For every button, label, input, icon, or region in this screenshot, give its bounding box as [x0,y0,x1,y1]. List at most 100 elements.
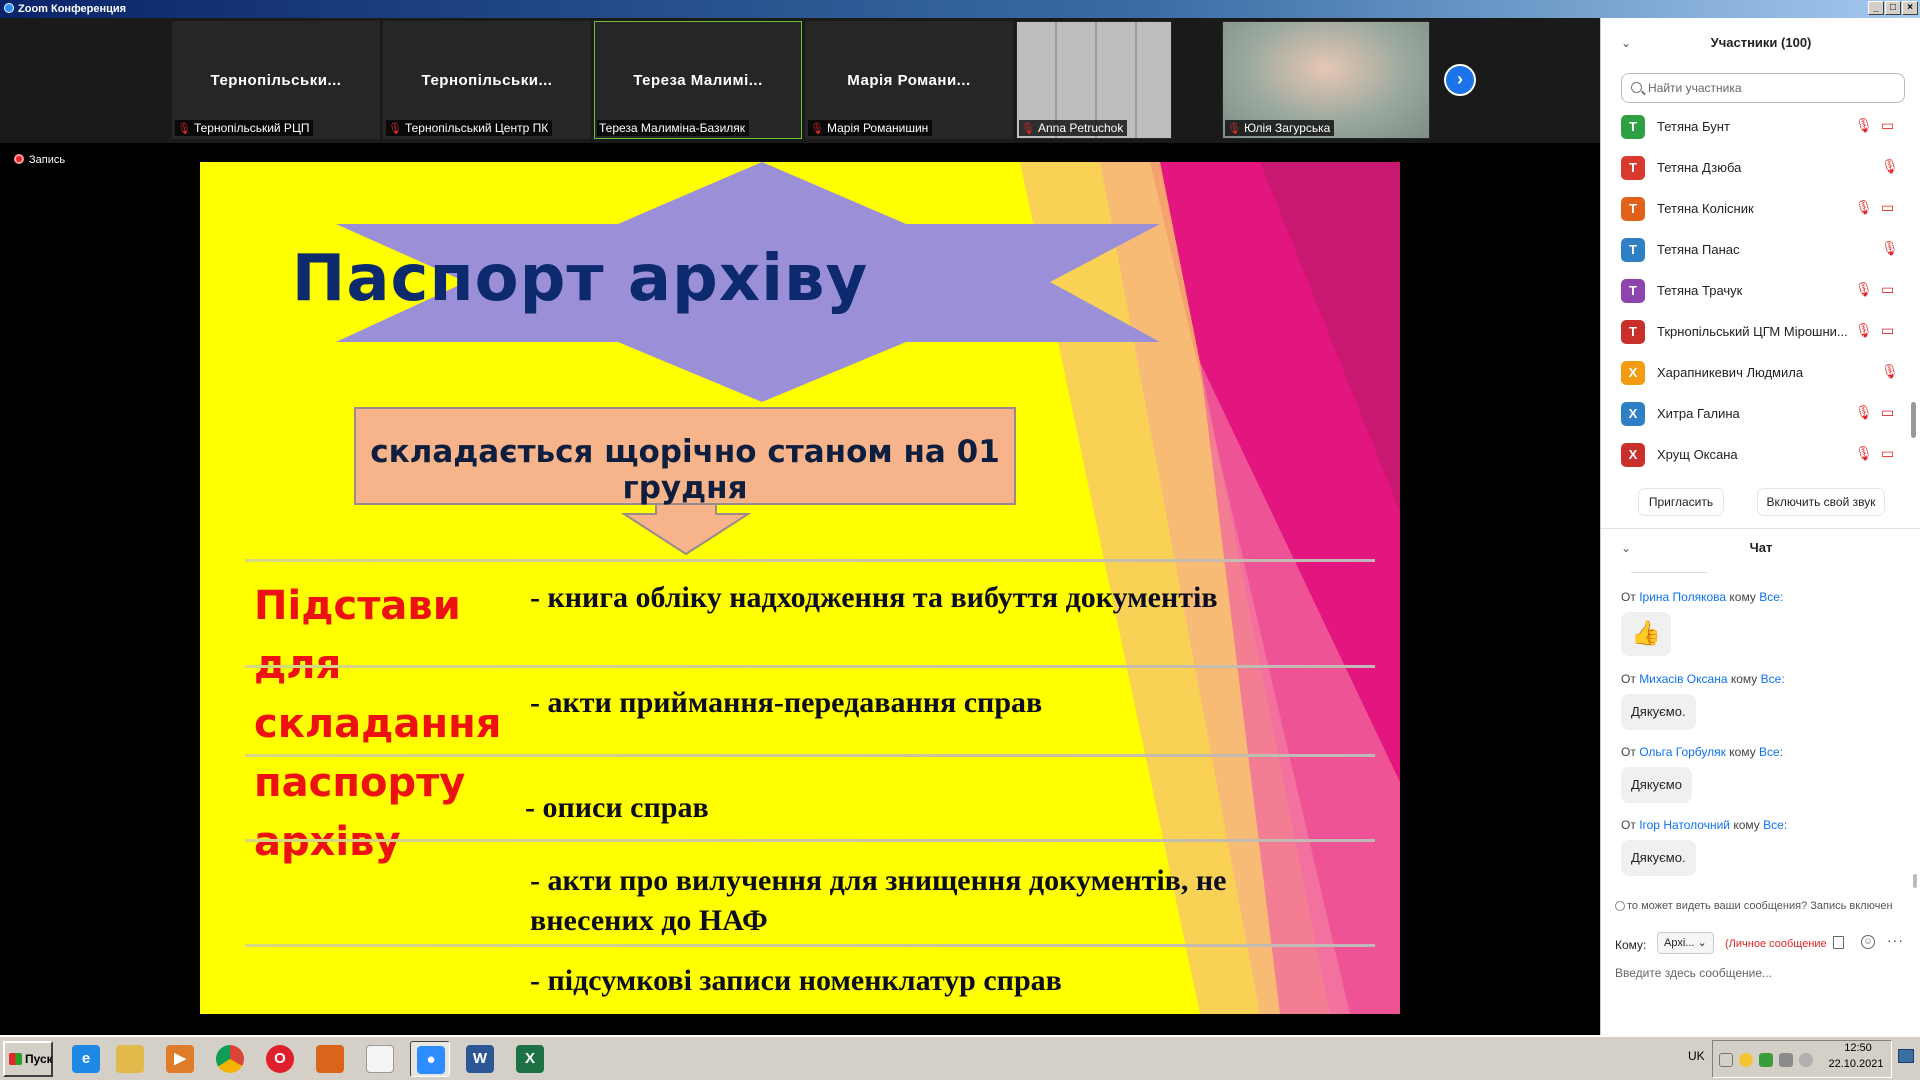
video-tile-active-speaker[interactable]: Тереза Малимі... Тереза Малиміна-Базиляк [594,21,802,139]
taskbar-internet-explorer[interactable]: e [66,1041,106,1077]
participants-header[interactable]: ⌄ Участники (100) [1601,28,1920,58]
participant-search-input[interactable]: Найти участника [1621,73,1905,103]
close-button[interactable]: × [1902,1,1918,15]
tile-display-name: Тернопільськи... [210,72,342,89]
mic-muted-icon[interactable]: 🎙 [1855,322,1873,339]
from-prefix: От [1621,745,1636,759]
chat-sender[interactable]: Михасів Оксана [1639,672,1727,686]
mic-muted-icon[interactable]: 🎙 [1881,363,1899,380]
clock-time[interactable]: 12:50 [1830,1042,1886,1054]
app-icon [316,1045,344,1073]
video-tile[interactable]: Тернопільськи... 🎙 Тернопільський Центр П… [383,21,591,139]
participant-row[interactable]: Т Ткрнопільський ЦГМ Мірошни... 🎙 ▭ [1601,312,1913,353]
avatar: Х [1621,443,1645,467]
participant-row[interactable]: Х Хрущ Оксана 🎙 ▭ [1601,435,1913,476]
tile-label: Тереза Малиміна-Базиляк [597,120,750,136]
participant-row[interactable]: Т Тетяна Дзюба 🎙 [1601,148,1913,189]
video-off-icon[interactable]: ▭ [1881,117,1894,134]
video-tile[interactable]: Марія Романи... 🎙 Марія Романишин [805,21,1013,139]
volume-icon[interactable] [1799,1053,1813,1067]
video-tile-camera[interactable]: 🎙 Anna Petruchok [1016,21,1172,139]
chat-message-bubble: 👍 [1621,612,1671,656]
tray-security-icon[interactable] [1759,1053,1773,1067]
tray-app-icon[interactable] [1739,1053,1753,1067]
chat-message-meta: От Ігор Натолочний кому Все: [1621,818,1787,832]
video-off-icon[interactable]: ▭ [1881,445,1894,462]
participant-name: Тетяна Колісник [1657,201,1754,216]
taskbar-word[interactable]: W [460,1041,500,1077]
participant-row[interactable]: Т Тетяна Панас 🎙 [1601,230,1913,271]
video-off-icon[interactable]: ▭ [1881,281,1894,298]
mic-muted-icon[interactable]: 🎙 [1855,445,1873,462]
emoji-icon[interactable]: ☺ [1861,935,1875,949]
chat-message-meta: От Ірина Полякова кому Все: [1621,590,1783,604]
video-tile-camera[interactable]: 🎙 Юлія Загурська [1222,21,1430,139]
chat-recipient[interactable]: Все: [1759,590,1783,604]
network-icon[interactable] [1779,1053,1793,1067]
show-desktop-button[interactable] [1898,1049,1914,1063]
internet-explorer-icon: e [72,1045,100,1073]
more-icon[interactable]: ··· [1887,932,1904,948]
avatar: Т [1621,279,1645,303]
taskbar-opera[interactable]: O [260,1041,300,1077]
taskbar-zoom[interactable]: ● [410,1041,450,1077]
invite-button[interactable]: Пригласить [1639,489,1723,515]
chat-privacy-notice[interactable]: то может видеть ваши сообщения? Запись в… [1615,896,1915,916]
chevron-down-icon[interactable]: ⌄ [1621,28,1631,58]
language-indicator[interactable]: UK [1688,1049,1705,1063]
mic-muted-icon[interactable]: 🎙 [1855,117,1873,134]
excel-icon: X [516,1045,544,1073]
taskbar-excel[interactable]: X [510,1041,550,1077]
clock-date[interactable]: 22.10.2021 [1826,1058,1886,1070]
mic-muted-icon[interactable]: 🎙 [1855,281,1873,298]
chat-message-meta: От Ольга Горбуляк кому Все: [1621,745,1783,759]
chat-header[interactable]: ⌄ Чат [1601,533,1920,563]
participant-row[interactable]: Т Тетяна Колісник 🎙 ▭ [1601,189,1913,230]
mic-muted-icon: 🎙 [177,123,191,135]
video-off-icon[interactable]: ▭ [1881,199,1894,216]
participant-row[interactable]: Т Тетяна Трачук 🎙 ▭ [1601,271,1913,312]
chevron-right-icon[interactable]: › [1444,64,1476,96]
video-off-icon[interactable]: ▭ [1881,322,1894,339]
chat-sender[interactable]: Ірина Полякова [1639,590,1726,604]
window-title: Zoom Конференция [18,3,127,15]
tray-expand-icon[interactable] [1719,1053,1733,1067]
participant-row[interactable]: Х Харапникевич Людмила 🎙 [1601,353,1913,394]
taskbar-file-manager[interactable] [110,1041,150,1077]
chevron-down-icon[interactable]: ⌄ [1621,533,1631,563]
file-icon[interactable] [1833,936,1844,949]
taskbar-media-player[interactable]: ▶ [160,1041,200,1077]
mic-muted-icon[interactable]: 🎙 [1855,404,1873,421]
mic-muted-icon[interactable]: 🎙 [1881,240,1899,257]
taskbar-chrome[interactable] [210,1041,250,1077]
minimize-button[interactable]: _ [1868,1,1884,15]
chat-scrollbar[interactable] [1913,874,1917,888]
tile-label: 🎙 Тернопільський Центр ПК [386,120,553,136]
tile-label-text: Тернопільський РЦП [193,121,310,135]
participant-row[interactable]: Т Тетяна Бунт 🎙 ▭ [1601,107,1913,148]
document-icon [366,1045,394,1073]
mic-muted-icon[interactable]: 🎙 [1855,199,1873,216]
chat-sender[interactable]: Ігор Натолочний [1639,818,1730,832]
mic-muted-icon: 🎙 [1021,123,1035,135]
start-button[interactable]: Пуск [3,1041,53,1077]
slide-subtitle: складається щорічно станом на 01 грудня [370,434,1000,506]
chat-recipient[interactable]: Все: [1761,672,1785,686]
participant-name: Харапникевич Людмила [1657,365,1804,380]
tile-label: 🎙 Тернопільський РЦП [175,120,314,136]
unmute-me-button[interactable]: Включить свой звук [1758,489,1884,515]
participants-scrollbar[interactable] [1911,402,1916,438]
chat-recipient[interactable]: Все: [1759,745,1783,759]
chat-recipient[interactable]: Все: [1763,818,1787,832]
chat-sender[interactable]: Ольга Горбуляк [1639,745,1726,759]
participant-row[interactable]: Х Хитра Галина 🎙 ▭ [1601,394,1913,435]
maximize-button[interactable]: □ [1885,1,1901,15]
mic-muted-icon[interactable]: 🎙 [1881,158,1899,175]
video-tile[interactable]: Тернопільськи... 🎙 Тернопільський РЦП [172,21,380,139]
taskbar-app[interactable] [310,1041,350,1077]
chat-recipient-select[interactable]: Архі... ⌄ [1657,932,1714,954]
chat-message-input[interactable]: Введите здесь сообщение... [1615,958,1905,988]
taskbar-document[interactable] [360,1041,400,1077]
video-off-icon[interactable]: ▭ [1881,404,1894,421]
chat-notice-text: то может видеть ваши сообщения? Запись в… [1627,900,1893,912]
